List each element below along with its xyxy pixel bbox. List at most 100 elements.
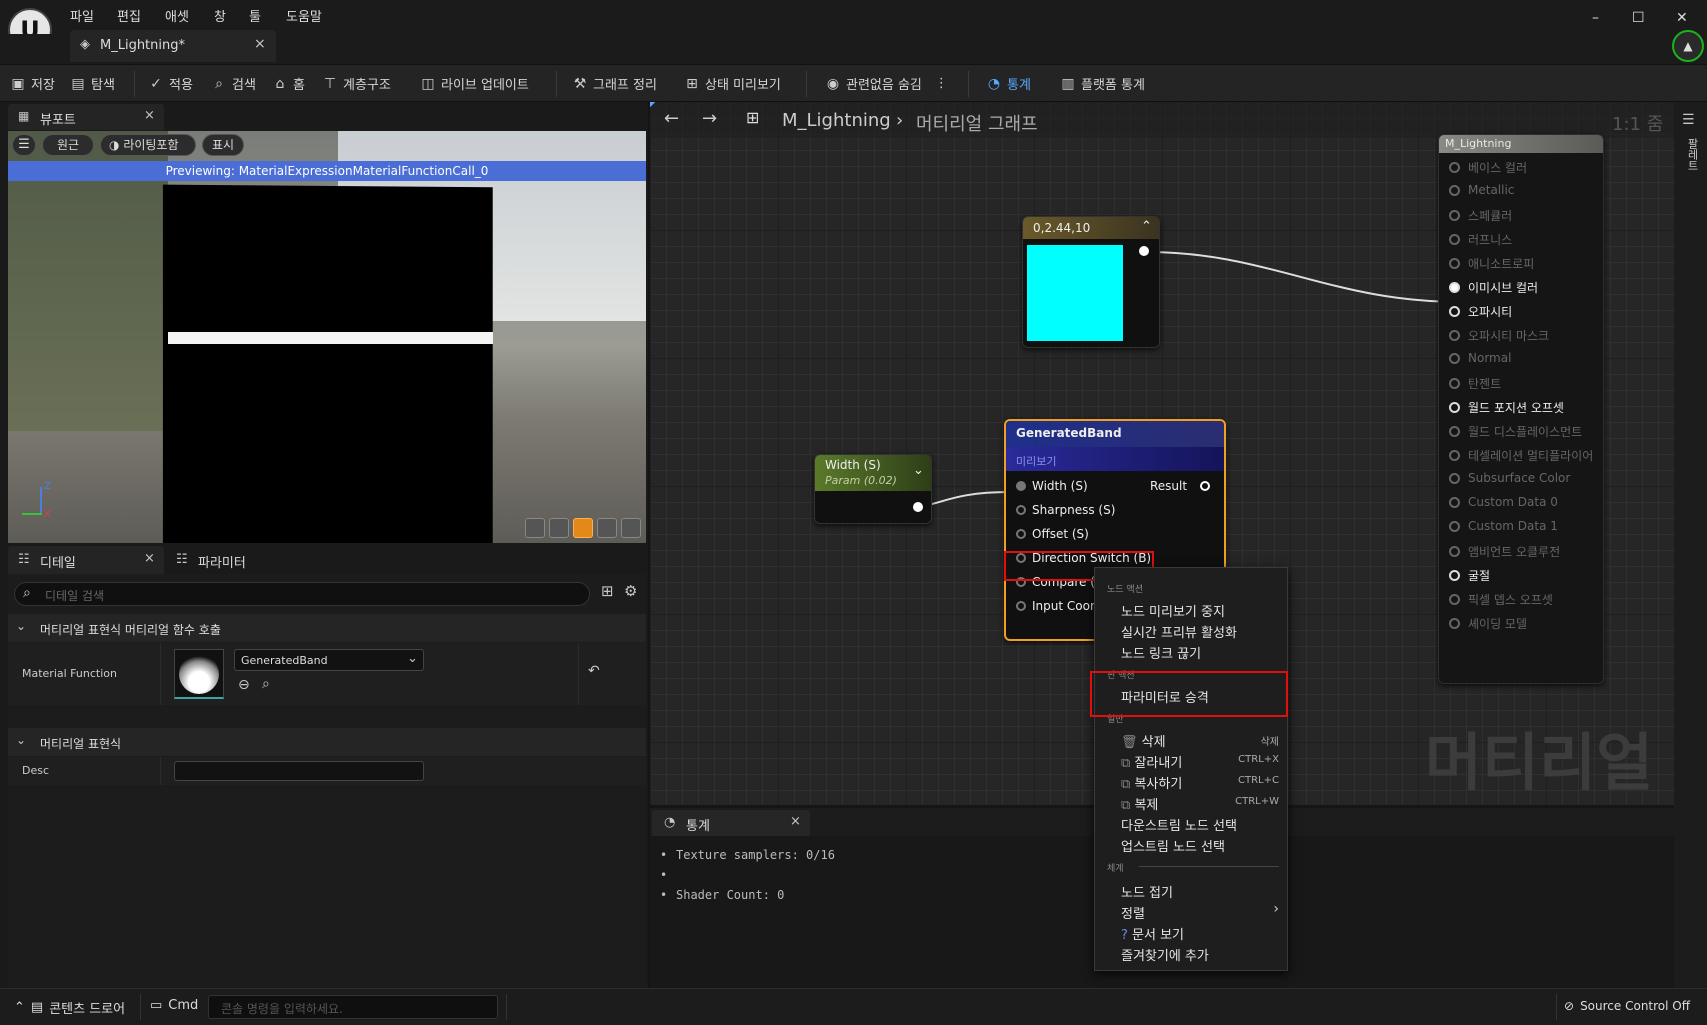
back-arrow-icon[interactable]: ← — [664, 108, 679, 129]
clean-graph-button[interactable]: ⚒ 그래프 정리 — [572, 74, 657, 94]
desc-input[interactable] — [174, 761, 424, 781]
constant-output-pin[interactable] — [1139, 246, 1149, 256]
parameters-tab[interactable]: ☷ 파라미터 — [168, 546, 308, 574]
menu-break-node-links[interactable]: 노드 링크 끊기 — [1121, 643, 1201, 662]
close-details-tab-icon[interactable]: × — [144, 551, 155, 566]
material-output-row[interactable]: Custom Data 1 — [1449, 519, 1558, 533]
plane-preview-icon[interactable] — [573, 518, 593, 538]
material-input-pin[interactable] — [1449, 282, 1460, 293]
material-output-row[interactable]: 애니소트로피 — [1449, 255, 1534, 272]
stats-button[interactable]: ◔ 통계 — [986, 74, 1031, 94]
menu-select-downstream[interactable]: 다운스트림 노드 선택 — [1121, 815, 1237, 834]
menu-window[interactable]: 창 — [214, 6, 226, 25]
cube-preview-icon[interactable] — [597, 518, 617, 538]
graph-title[interactable]: M_Lightning — [782, 110, 891, 131]
maximize-button[interactable]: ☐ — [1632, 10, 1645, 26]
material-input-pin[interactable] — [1449, 426, 1460, 437]
material-output-row[interactable]: Metallic — [1449, 183, 1514, 197]
menu-enable-realtime-preview[interactable]: 실시간 프리뷰 활성화 — [1121, 622, 1237, 641]
material-output-row[interactable]: 굴절 — [1449, 567, 1490, 584]
output-pin-result[interactable] — [1200, 481, 1210, 491]
material-input-pin[interactable] — [1449, 258, 1460, 269]
material-output-row[interactable]: 월드 디스플레이스먼트 — [1449, 423, 1582, 440]
close-tab-button[interactable]: × — [254, 36, 266, 52]
stats-tab[interactable]: ◔ 통계 × — [652, 810, 810, 836]
user-avatar-icon[interactable]: ▲ — [1672, 30, 1704, 62]
hide-unrelated-button[interactable]: ◉ 관련없음 숨김 ⋮ — [825, 74, 948, 94]
custom-mesh-preview-icon[interactable] — [621, 518, 641, 538]
menu-add-favorite[interactable]: 즐겨찾기에 추가 — [1121, 945, 1209, 964]
section-material-function-call[interactable]: ⌄ 머티리얼 표현식 머티리얼 함수 호출 — [8, 614, 646, 642]
details-search-input[interactable]: ⌕ 디테일 검색 — [14, 582, 590, 606]
close-stats-tab-icon[interactable]: × — [790, 814, 801, 829]
material-input-pin[interactable] — [1449, 352, 1460, 364]
material-input-pin[interactable] — [1449, 594, 1460, 605]
details-tab[interactable]: ☷ 디테일 × — [8, 546, 164, 574]
apply-button[interactable]: ✓ 적용 — [148, 74, 193, 94]
material-input-pin[interactable] — [1449, 306, 1460, 317]
material-input-pin[interactable] — [1449, 330, 1460, 341]
material-output-row[interactable]: 월드 포지션 오프셋 — [1449, 399, 1564, 416]
input-pin-input-coord[interactable] — [1016, 601, 1026, 611]
material-output-row[interactable]: 테셀레이션 멀티플라이어 — [1449, 447, 1593, 464]
material-input-pin[interactable] — [1449, 496, 1460, 508]
material-output-row[interactable]: Custom Data 0 — [1449, 495, 1558, 509]
lighting-button[interactable]: ◑ 라이팅포함 — [100, 134, 196, 156]
settings-gear-icon[interactable]: ⚙ — [624, 582, 637, 600]
menu-stop-preview[interactable]: 노드 미리보기 중지 — [1121, 601, 1225, 620]
constant3vector-node[interactable]: 0,2.44,10 ⌃ — [1022, 216, 1160, 348]
perspective-button[interactable]: 원근 — [42, 134, 94, 156]
menu-edit[interactable]: 편집 — [117, 6, 141, 25]
menu-help[interactable]: 도움말 — [286, 6, 322, 25]
more-options-icon[interactable]: ⋮ — [935, 76, 948, 91]
band-node-preview-bar[interactable]: 미리보기 — [1006, 447, 1224, 471]
source-control-button[interactable]: ⊘ Source Control Off — [1564, 999, 1690, 1013]
material-input-pin[interactable] — [1449, 546, 1460, 557]
material-input-pin[interactable] — [1449, 450, 1460, 461]
width-output-pin[interactable] — [913, 502, 923, 512]
forward-arrow-icon[interactable]: → — [702, 108, 717, 129]
width-parameter-node[interactable]: Width (S) Param (0.02) ⌄ — [814, 454, 932, 524]
material-output-row[interactable]: Normal — [1449, 351, 1511, 365]
input-pin-offset[interactable] — [1016, 529, 1026, 539]
material-output-node[interactable]: M_Lightning 베이스 컬러 Metallic 스페큘러 러프니스 애니소트로피… — [1438, 134, 1604, 684]
material-input-pin[interactable] — [1449, 378, 1460, 389]
material-output-row[interactable]: 오파시티 마스크 — [1449, 327, 1549, 344]
palette-tab[interactable]: 팔레트 — [1680, 138, 1700, 171]
search-button[interactable]: ⌕ 검색 — [211, 74, 256, 94]
menu-tools[interactable]: 툴 — [249, 6, 261, 25]
material-input-pin[interactable] — [1449, 184, 1460, 196]
material-output-row[interactable]: 스페큘러 — [1449, 207, 1512, 224]
material-input-pin[interactable] — [1449, 618, 1460, 629]
material-function-dropdown[interactable]: GeneratedBand ⌄ — [234, 649, 424, 671]
material-output-row[interactable]: 셰이딩 모델 — [1449, 615, 1527, 632]
material-output-row[interactable]: Subsurface Color — [1449, 471, 1570, 485]
material-input-pin[interactable] — [1449, 472, 1460, 484]
use-selected-arrow-icon[interactable]: ⊖ — [238, 677, 250, 693]
material-output-row[interactable]: 베이스 컬러 — [1449, 159, 1527, 176]
input-pin-width[interactable] — [1016, 481, 1026, 491]
document-tab[interactable]: ◈ M_Lightning* × — [70, 30, 276, 62]
menu-collapse-node[interactable]: 노드 접기 — [1121, 882, 1173, 901]
material-input-pin[interactable] — [1449, 402, 1460, 413]
menu-duplicate[interactable]: ⧉ 복제 — [1121, 794, 1158, 813]
section-material-expression[interactable]: ⌄ 머티리얼 표현식 — [8, 728, 646, 756]
menu-select-upstream[interactable]: 업스트림 노드 선택 — [1121, 836, 1225, 855]
minimize-button[interactable]: – — [1592, 10, 1599, 26]
menu-align[interactable]: 정렬 — [1121, 903, 1145, 922]
menu-file[interactable]: 파일 — [70, 6, 94, 25]
browse-button[interactable]: ▤ 탐색 — [70, 74, 115, 94]
viewport[interactable]: Previewing: MaterialExpressionMaterialFu… — [8, 131, 646, 543]
platform-stats-button[interactable]: ▥ 플랫폼 통계 — [1060, 74, 1145, 94]
browse-asset-search-icon[interactable]: ⌕ — [262, 676, 270, 692]
function-thumbnail[interactable] — [174, 649, 224, 699]
cmd-button[interactable]: ▭ Cmd — [150, 998, 198, 1013]
close-viewport-tab-icon[interactable]: × — [144, 108, 155, 123]
material-input-pin[interactable] — [1449, 570, 1460, 581]
material-output-row[interactable]: 오파시티 — [1449, 303, 1512, 320]
cylinder-preview-icon[interactable] — [525, 518, 545, 538]
hierarchy-button[interactable]: ⊤ 계층구조 — [322, 74, 391, 94]
chevron-down-icon[interactable]: ⌄ — [913, 463, 924, 478]
material-output-row[interactable]: 러프니스 — [1449, 231, 1512, 248]
save-button[interactable]: ▣ 저장 — [10, 74, 55, 94]
